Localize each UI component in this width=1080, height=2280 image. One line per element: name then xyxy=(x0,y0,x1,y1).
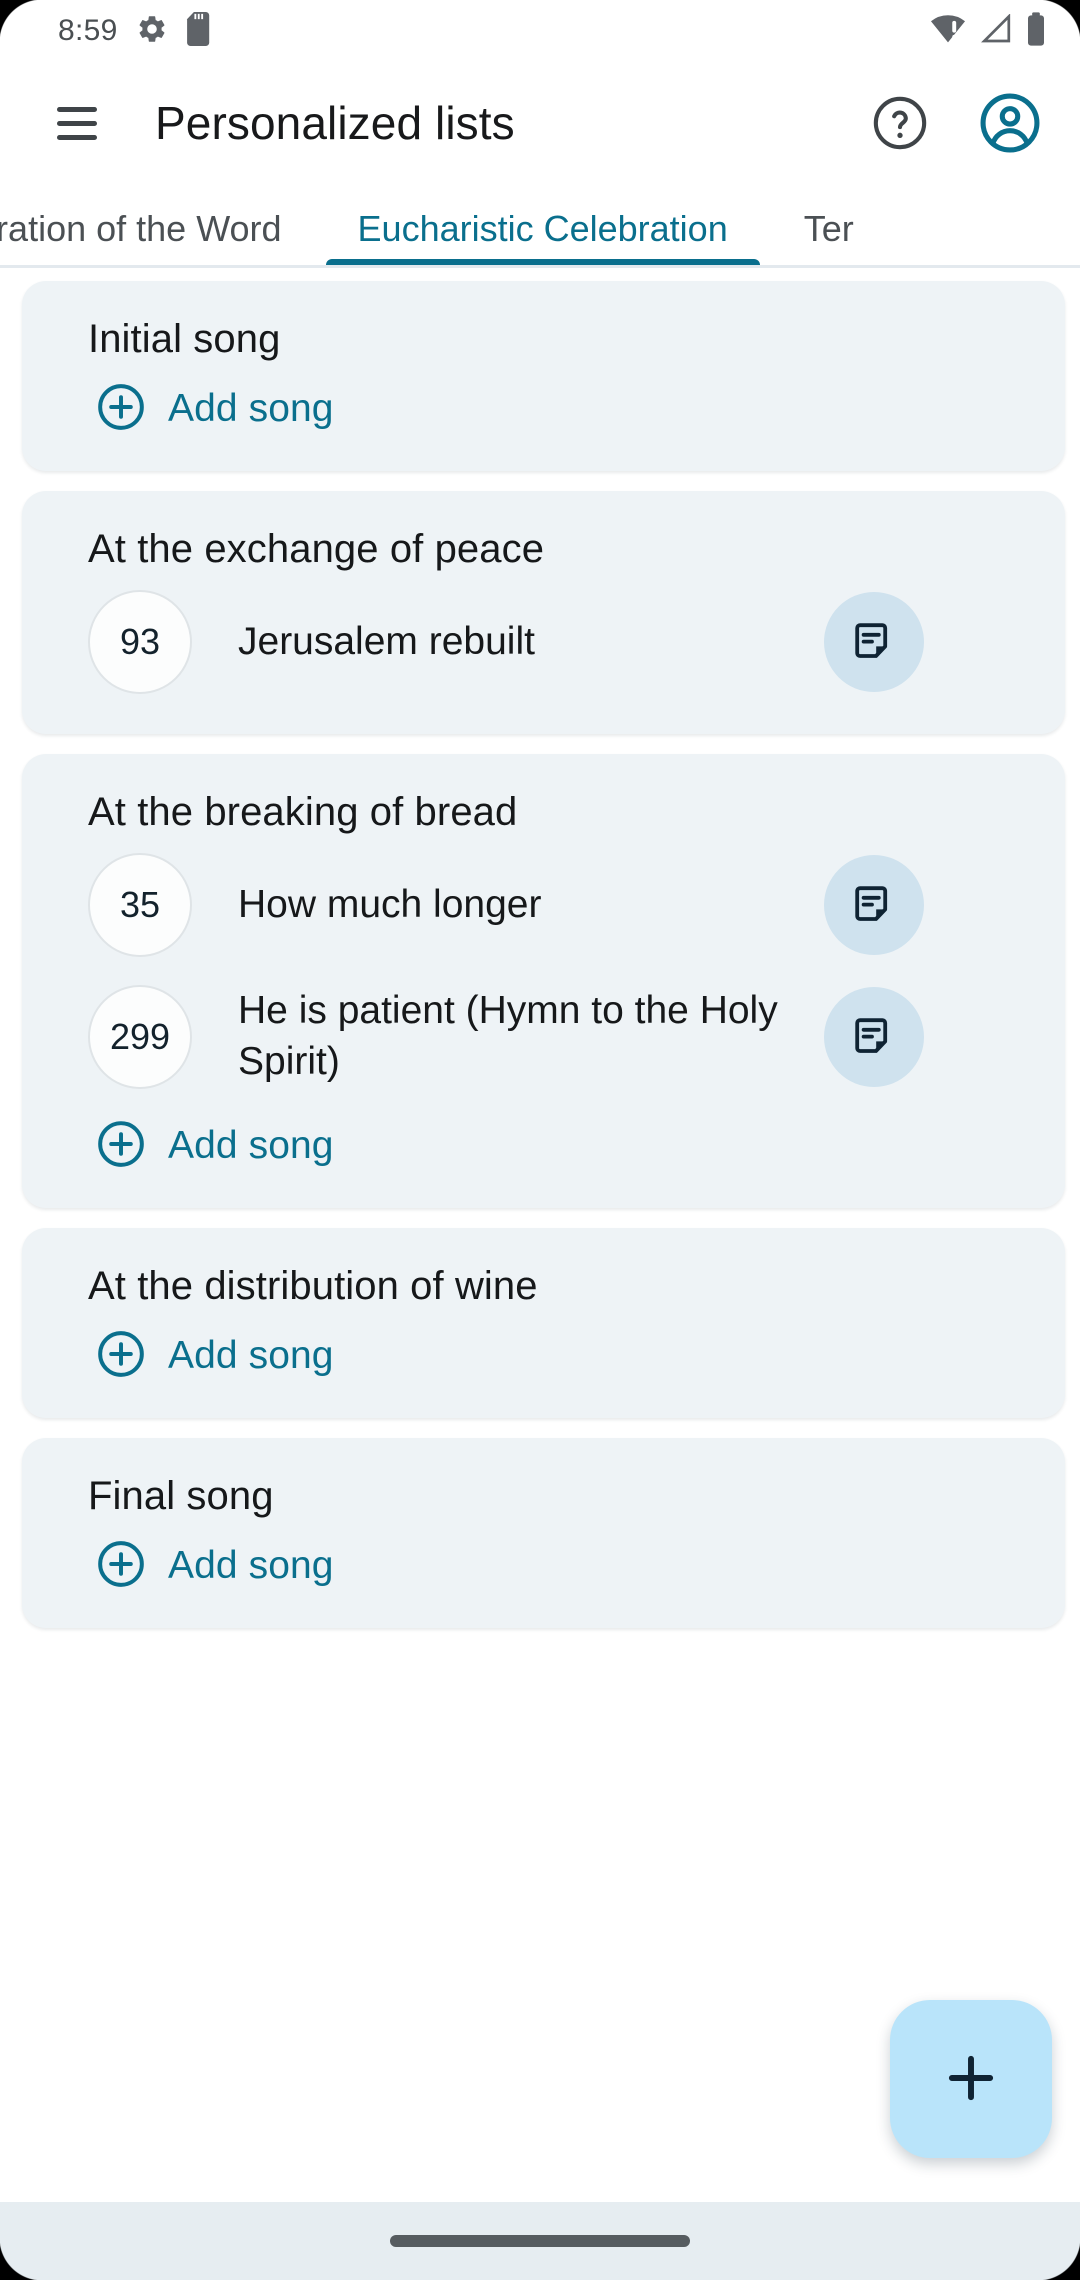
gear-icon xyxy=(136,13,168,50)
tab-celebration-of-the-word[interactable]: Celebration of the Word xyxy=(0,184,320,265)
navigation-bar xyxy=(0,2202,1080,2280)
account-circle-icon[interactable] xyxy=(974,87,1046,159)
status-bar-right xyxy=(930,11,1046,51)
song-number: 93 xyxy=(88,590,192,694)
hamburger-bar xyxy=(57,134,97,140)
add-song-button[interactable]: Add song xyxy=(22,1313,334,1392)
battery-icon xyxy=(1026,11,1046,51)
section-card: Final song Add song xyxy=(22,1438,1065,1628)
add-list-fab[interactable] xyxy=(890,2000,1052,2158)
add-song-button[interactable]: Add song xyxy=(22,366,334,445)
song-row[interactable]: 93 Jerusalem rebuilt xyxy=(22,576,1065,708)
song-title: Jerusalem rebuilt xyxy=(238,619,535,663)
section-card: At the exchange of peace 93 Jerusalem re… xyxy=(22,491,1065,734)
page-title: Personalized lists xyxy=(155,97,515,149)
section-title: Initial song xyxy=(88,317,281,361)
cellular-signal-icon xyxy=(980,12,1012,49)
plus-circle-icon xyxy=(96,382,146,435)
add-song-button[interactable]: Add song xyxy=(22,1523,334,1602)
tab-ter[interactable]: Ter xyxy=(766,184,892,265)
song-number: 35 xyxy=(88,853,192,957)
lists-scroll-container[interactable]: Initial song Add song At the exchange of… xyxy=(0,271,1080,2166)
hamburger-menu-icon[interactable] xyxy=(40,86,114,160)
sticky-note-icon[interactable] xyxy=(824,855,924,955)
song-row[interactable]: 35 How much longer xyxy=(22,839,1065,971)
hamburger-bar xyxy=(57,120,97,126)
app-bar-actions xyxy=(864,87,1046,159)
song-row[interactable]: 299 He is patient (Hymn to the Holy Spir… xyxy=(22,971,1065,1103)
section-title: Final song xyxy=(88,1474,274,1518)
status-clock: 8:59 xyxy=(58,14,118,47)
plus-circle-icon xyxy=(96,1119,146,1172)
section-title: At the exchange of peace xyxy=(88,527,545,571)
gesture-home-handle[interactable] xyxy=(390,2235,690,2247)
section-title: At the breaking of bread xyxy=(88,790,518,834)
add-song-label: Add song xyxy=(168,386,334,430)
add-song-button[interactable]: Add song xyxy=(22,1103,334,1182)
song-number: 299 xyxy=(88,985,192,1089)
section-card: At the breaking of bread 35 How much lon… xyxy=(22,754,1065,1208)
section-title: At the distribution of wine xyxy=(88,1264,538,1308)
phone-screen: 8:59 Personalized lists ration of the Wo… xyxy=(0,0,1080,2280)
wifi-alert-icon xyxy=(930,14,966,49)
status-bar-left: 8:59 xyxy=(58,11,212,51)
help-circle-icon[interactable] xyxy=(864,87,936,159)
plus-circle-icon xyxy=(96,1539,146,1592)
add-song-label: Add song xyxy=(168,1333,334,1377)
tab-eucharistic-celebration[interactable]: Eucharistic Celebration xyxy=(320,184,766,265)
plus-circle-icon xyxy=(96,1329,146,1382)
add-song-label: Add song xyxy=(168,1123,334,1167)
section-card: At the distribution of wine Add song xyxy=(22,1228,1065,1418)
sd-card-icon xyxy=(186,11,212,51)
tab-strip: Celebration of the Word Eucharistic Cele… xyxy=(0,184,1080,265)
song-title: He is patient (Hymn to the Holy Spirit) xyxy=(238,989,778,1083)
song-title: How much longer xyxy=(238,882,542,926)
sticky-note-icon[interactable] xyxy=(824,987,924,1087)
add-song-label: Add song xyxy=(168,1543,334,1587)
sticky-note-icon[interactable] xyxy=(824,592,924,692)
status-bar: 8:59 xyxy=(0,0,1080,62)
app-bar: Personalized lists xyxy=(0,62,1080,184)
hamburger-bar xyxy=(57,106,97,112)
tab-bar[interactable]: Celebration of the Word Eucharistic Cele… xyxy=(0,184,1080,268)
plus-icon xyxy=(940,2047,1002,2112)
section-card: Initial song Add song xyxy=(22,281,1065,471)
